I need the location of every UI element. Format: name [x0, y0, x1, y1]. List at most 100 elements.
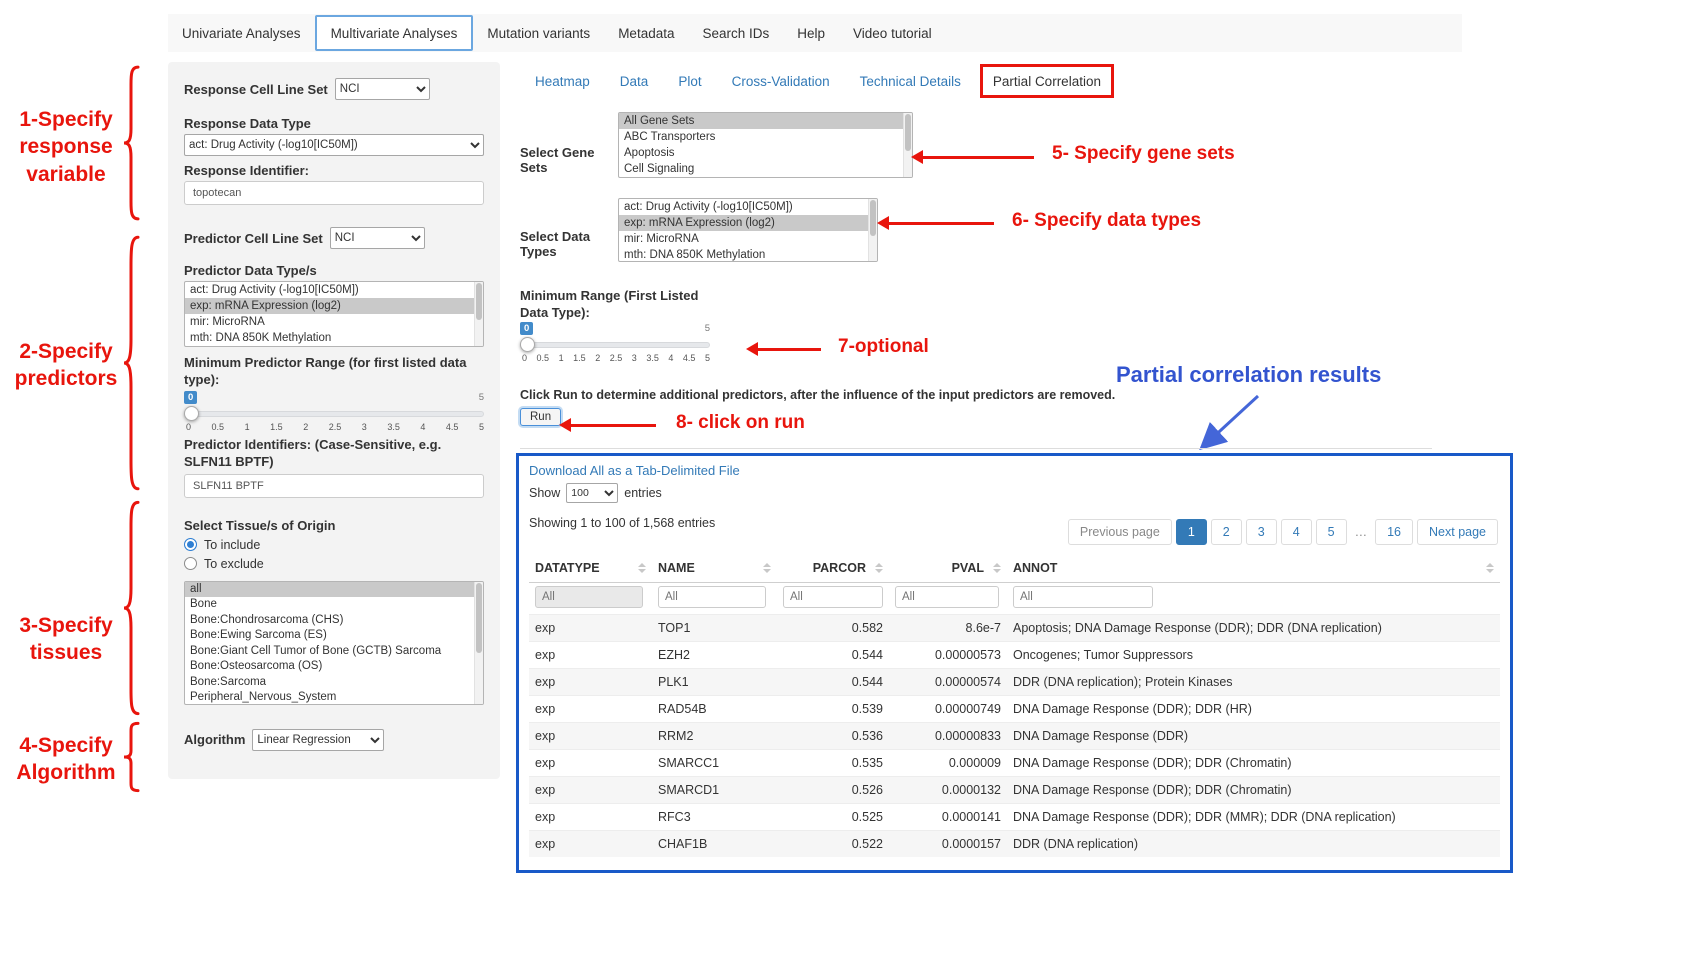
predictor-cell-line-set-label: Predictor Cell Line Set — [184, 231, 323, 246]
sort-icon[interactable] — [875, 563, 883, 573]
listbox-option[interactable]: Bone — [185, 597, 483, 613]
page-button-3[interactable]: 3 — [1246, 519, 1277, 545]
scrollbar-thumb[interactable] — [870, 200, 876, 236]
filter-name-input[interactable] — [658, 586, 766, 608]
response-cell-line-set-select[interactable]: NCI — [335, 78, 430, 100]
listbox-option[interactable]: act: Drug Activity (-log10[IC50M]) — [619, 199, 877, 215]
listbox-option[interactable]: ABC Transporters — [619, 129, 912, 145]
column-header-annot[interactable]: ANNOT — [1007, 554, 1500, 583]
scrollbar[interactable] — [868, 199, 877, 261]
listbox-option[interactable]: Apoptosis — [619, 145, 912, 161]
column-header-datatype[interactable]: DATATYPE — [529, 554, 652, 583]
table-row[interactable]: exp RFC3 0.525 0.0000141 DNA Damage Resp… — [529, 804, 1500, 831]
column-header-pval[interactable]: PVAL — [889, 554, 1007, 583]
tab-plot[interactable]: Plot — [663, 62, 716, 100]
nav-tab-univariate-analyses[interactable]: Univariate Analyses — [168, 14, 315, 52]
listbox-option[interactable]: Cell Signaling — [619, 161, 912, 177]
listbox-option[interactable]: Bone:Ewing Sarcoma (ES) — [185, 628, 483, 644]
listbox-option[interactable]: mir: MicroRNA — [619, 231, 877, 247]
nav-tab-video-tutorial[interactable]: Video tutorial — [839, 14, 946, 52]
listbox-option-selected[interactable]: All Gene Sets — [619, 113, 912, 129]
min-predictor-range-slider[interactable]: 0 5 0 0.5 1 1.5 2 2.5 3 3.5 4 4.5 5 — [184, 391, 484, 437]
tab-technical-details[interactable]: Technical Details — [845, 62, 976, 100]
nav-tab-metadata[interactable]: Metadata — [604, 14, 688, 52]
table-row[interactable]: exp TOP1 0.582 8.6e-7 Apoptosis; DNA Dam… — [529, 615, 1500, 642]
tissue-include-radio[interactable]: To include — [184, 538, 484, 552]
page-button-2[interactable]: 2 — [1211, 519, 1242, 545]
listbox-option-selected[interactable]: exp: mRNA Expression (log2) — [185, 298, 483, 314]
column-header-parcor[interactable]: PARCOR — [777, 554, 889, 583]
sort-icon[interactable] — [638, 563, 646, 573]
slider-handle[interactable] — [184, 406, 199, 421]
column-label: DATATYPE — [535, 561, 600, 575]
scrollbar[interactable] — [903, 113, 912, 177]
min-range-slider[interactable]: 0 5 0 0.5 1 1.5 2 2.5 3 3.5 4 4.5 5 — [520, 322, 710, 368]
listbox-option[interactable]: Peripheral_Nervous_System — [185, 690, 483, 705]
listbox-option[interactable]: act: Drug Activity (-log10[IC50M]) — [185, 282, 483, 298]
predictor-data-types-listbox[interactable]: act: Drug Activity (-log10[IC50M]) exp: … — [184, 281, 484, 347]
tissue-listbox[interactable]: all Bone Bone:Chondrosarcoma (CHS) Bone:… — [184, 581, 484, 705]
nav-tab-help[interactable]: Help — [783, 14, 839, 52]
table-row[interactable]: exp EZH2 0.544 0.00000573 Oncogenes; Tum… — [529, 642, 1500, 669]
scrollbar[interactable] — [474, 582, 483, 704]
filter-datatype-input[interactable] — [535, 586, 643, 608]
filter-parcor-input[interactable] — [783, 586, 883, 608]
predictor-identifiers-input[interactable] — [184, 474, 484, 498]
slider-track[interactable] — [184, 411, 484, 417]
data-types-listbox[interactable]: act: Drug Activity (-log10[IC50M]) exp: … — [618, 198, 878, 262]
sort-icon[interactable] — [763, 563, 771, 573]
sort-icon[interactable] — [1486, 563, 1494, 573]
predictor-cell-line-set-select[interactable]: NCI — [330, 227, 425, 249]
page-button-1[interactable]: 1 — [1176, 519, 1207, 545]
tab-data[interactable]: Data — [605, 62, 664, 100]
tab-partial-correlation[interactable]: Partial Correlation — [980, 64, 1114, 98]
annotation-step2-label: 2-Specify predictors — [10, 338, 122, 393]
nav-tab-mutation-variants[interactable]: Mutation variants — [473, 14, 604, 52]
listbox-option[interactable]: Bone:Giant Cell Tumor of Bone (GCTB) Sar… — [185, 644, 483, 660]
gene-sets-listbox[interactable]: All Gene Sets ABC Transporters Apoptosis… — [618, 112, 913, 178]
slider-handle[interactable] — [520, 337, 535, 352]
cell-datatype: exp — [529, 723, 652, 750]
filter-annot-input[interactable] — [1013, 586, 1153, 608]
table-row[interactable]: exp RRM2 0.536 0.00000833 DNA Damage Res… — [529, 723, 1500, 750]
column-header-name[interactable]: NAME — [652, 554, 777, 583]
table-row[interactable]: exp SMARCD1 0.526 0.0000132 DNA Damage R… — [529, 777, 1500, 804]
cell-pval: 0.0000132 — [889, 777, 1007, 804]
table-row[interactable]: exp PLK1 0.544 0.00000574 DDR (DNA repli… — [529, 669, 1500, 696]
nav-tab-search-ids[interactable]: Search IDs — [688, 14, 783, 52]
response-identifier-input[interactable] — [184, 181, 484, 205]
next-page-button[interactable]: Next page — [1417, 519, 1498, 545]
scrollbar[interactable] — [474, 282, 483, 346]
listbox-option-selected[interactable]: all — [185, 582, 483, 598]
page-size-select[interactable]: 100 — [566, 483, 618, 503]
listbox-option-selected[interactable]: exp: mRNA Expression (log2) — [619, 215, 877, 231]
table-row[interactable]: exp CHAF1B 0.522 0.0000157 DDR (DNA repl… — [529, 831, 1500, 858]
algorithm-select[interactable]: Linear Regression — [252, 729, 384, 751]
listbox-option[interactable]: Bone:Chondrosarcoma (CHS) — [185, 613, 483, 629]
listbox-option[interactable]: mir: MicroRNA — [185, 314, 483, 330]
table-row[interactable]: exp SMARCC1 0.535 0.000009 DNA Damage Re… — [529, 750, 1500, 777]
table-row[interactable]: exp RAD54B 0.539 0.00000749 DNA Damage R… — [529, 696, 1500, 723]
run-button[interactable]: Run — [520, 408, 561, 426]
tab-heatmap[interactable]: Heatmap — [520, 62, 605, 100]
page-button-16[interactable]: 16 — [1375, 519, 1413, 545]
listbox-option[interactable]: mth: DNA 850K Methylation — [619, 247, 877, 262]
sort-icon[interactable] — [993, 563, 1001, 573]
page-button-4[interactable]: 4 — [1281, 519, 1312, 545]
cell-annot: DDR (DNA replication) — [1007, 831, 1500, 858]
filter-pval-input[interactable] — [895, 586, 999, 608]
tab-cross-validation[interactable]: Cross-Validation — [717, 62, 845, 100]
tissue-exclude-radio[interactable]: To exclude — [184, 557, 484, 571]
scrollbar-thumb[interactable] — [476, 283, 482, 320]
scrollbar-thumb[interactable] — [476, 583, 482, 654]
previous-page-button[interactable]: Previous page — [1068, 519, 1172, 545]
scrollbar-thumb[interactable] — [905, 114, 911, 151]
nav-tab-multivariate-analyses[interactable]: Multivariate Analyses — [315, 15, 474, 51]
listbox-option[interactable]: Bone:Sarcoma — [185, 675, 483, 691]
page-button-5[interactable]: 5 — [1316, 519, 1347, 545]
listbox-option[interactable]: Bone:Osteosarcoma (OS) — [185, 659, 483, 675]
response-data-type-select[interactable]: act: Drug Activity (-log10[IC50M]) — [184, 134, 484, 156]
download-link[interactable]: Download All as a Tab-Delimited File — [529, 463, 740, 478]
slider-track[interactable] — [520, 342, 710, 348]
listbox-option[interactable]: mth: DNA 850K Methylation — [185, 330, 483, 346]
